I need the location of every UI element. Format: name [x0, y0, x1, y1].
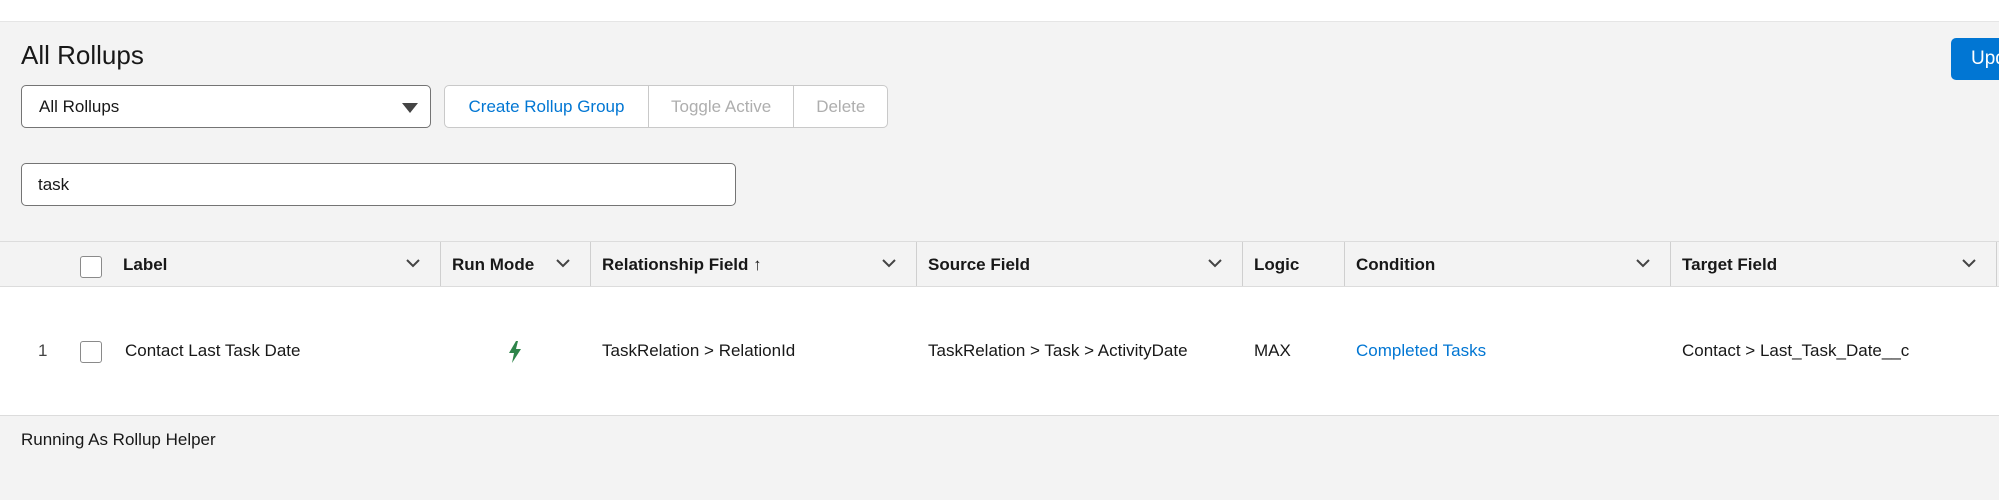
row-condition-link[interactable]: Completed Tasks [1356, 341, 1486, 361]
header-logic[interactable]: Logic [1243, 242, 1345, 286]
header-run-mode-text: Run Mode [452, 255, 535, 274]
header-label[interactable]: Label [112, 242, 441, 286]
toggle-active-button[interactable]: Toggle Active [649, 86, 795, 127]
header-condition-text: Condition [1356, 255, 1436, 274]
delete-button[interactable]: Delete [794, 86, 887, 127]
create-rollup-group-button[interactable]: Create Rollup Group [445, 86, 649, 127]
header-row-number-column [0, 242, 68, 286]
header-relationship-text: Relationship Field ↑ [602, 255, 762, 274]
header-condition[interactable]: Condition [1345, 242, 1671, 286]
chevron-down-icon[interactable] [1960, 254, 1978, 272]
update-button[interactable]: Upd [1951, 38, 1999, 80]
table-body: 1 Contact Last Task Date TaskRelation > … [0, 287, 1999, 416]
row-number: 1 [38, 341, 48, 360]
header-select-column [68, 242, 112, 286]
rollups-table: Label Run Mode Relationship Field ↑ Sour… [0, 241, 1999, 416]
page-title: All Rollups [21, 40, 144, 70]
caret-down-icon [402, 103, 418, 113]
header-source-text: Source Field [928, 255, 1031, 274]
rollup-filter-value: All Rollups [39, 97, 120, 116]
header-target-text: Target Field [1682, 255, 1778, 274]
top-band [0, 0, 1999, 22]
header-label-text: Label [123, 255, 168, 274]
header-relationship-field[interactable]: Relationship Field ↑ [591, 242, 917, 286]
row-source-field: TaskRelation > Task > ActivityDate [928, 341, 1188, 360]
header-source-field[interactable]: Source Field [917, 242, 1243, 286]
header-logic-text: Logic [1254, 255, 1300, 274]
header-target-field[interactable]: Target Field [1671, 242, 1997, 286]
chevron-down-icon[interactable] [554, 254, 572, 272]
running-as-status: Running As Rollup Helper [21, 430, 216, 449]
lightning-bolt-icon [507, 340, 523, 364]
row-checkbox[interactable] [80, 341, 102, 363]
header-run-mode[interactable]: Run Mode [441, 242, 591, 286]
toolbar-button-group: Create Rollup Group Toggle Active Delete [444, 85, 889, 128]
chevron-down-icon[interactable] [880, 254, 898, 272]
select-all-checkbox[interactable] [80, 256, 102, 278]
row-logic: MAX [1254, 341, 1291, 360]
row-target-field: Contact > Last_Task_Date__c [1682, 341, 1910, 360]
table-row: 1 Contact Last Task Date TaskRelation > … [0, 287, 1999, 415]
chevron-down-icon[interactable] [404, 254, 422, 272]
rollup-filter-select[interactable]: All Rollups [21, 85, 431, 128]
row-relationship-field: TaskRelation > RelationId [602, 341, 796, 360]
row-label: Contact Last Task Date [125, 341, 301, 360]
chevron-down-icon[interactable] [1206, 254, 1224, 272]
chevron-down-icon[interactable] [1634, 254, 1652, 272]
search-input[interactable] [21, 163, 736, 206]
table-header: Label Run Mode Relationship Field ↑ Sour… [0, 241, 1999, 287]
